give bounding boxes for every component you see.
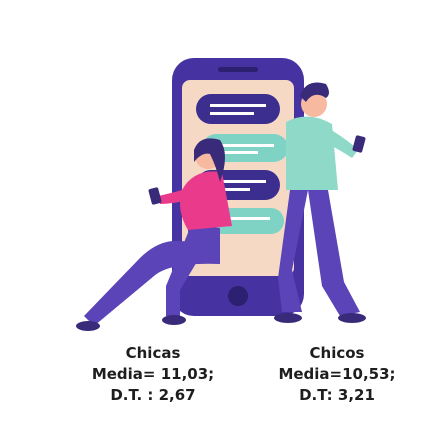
girls-stats: Chicas Media= 11,03; D.T. : 2,67 [68,343,238,406]
boys-label: Chicos [309,344,365,362]
infographic-card: Chicas Media= 11,03; D.T. : 2,67 Chicos … [0,0,442,444]
smartphone-couple-illustration [76,58,366,331]
girls-label: Chicas [125,344,181,362]
girls-sd: D.T. : 2,67 [110,386,196,404]
girls-mean: Media= 11,03; [91,365,215,383]
boys-sd: D.T: 3,21 [299,386,375,404]
boys-mean: Media=10,53; [278,365,396,383]
boys-stats: Chicos Media=10,53; D.T: 3,21 [252,343,422,406]
